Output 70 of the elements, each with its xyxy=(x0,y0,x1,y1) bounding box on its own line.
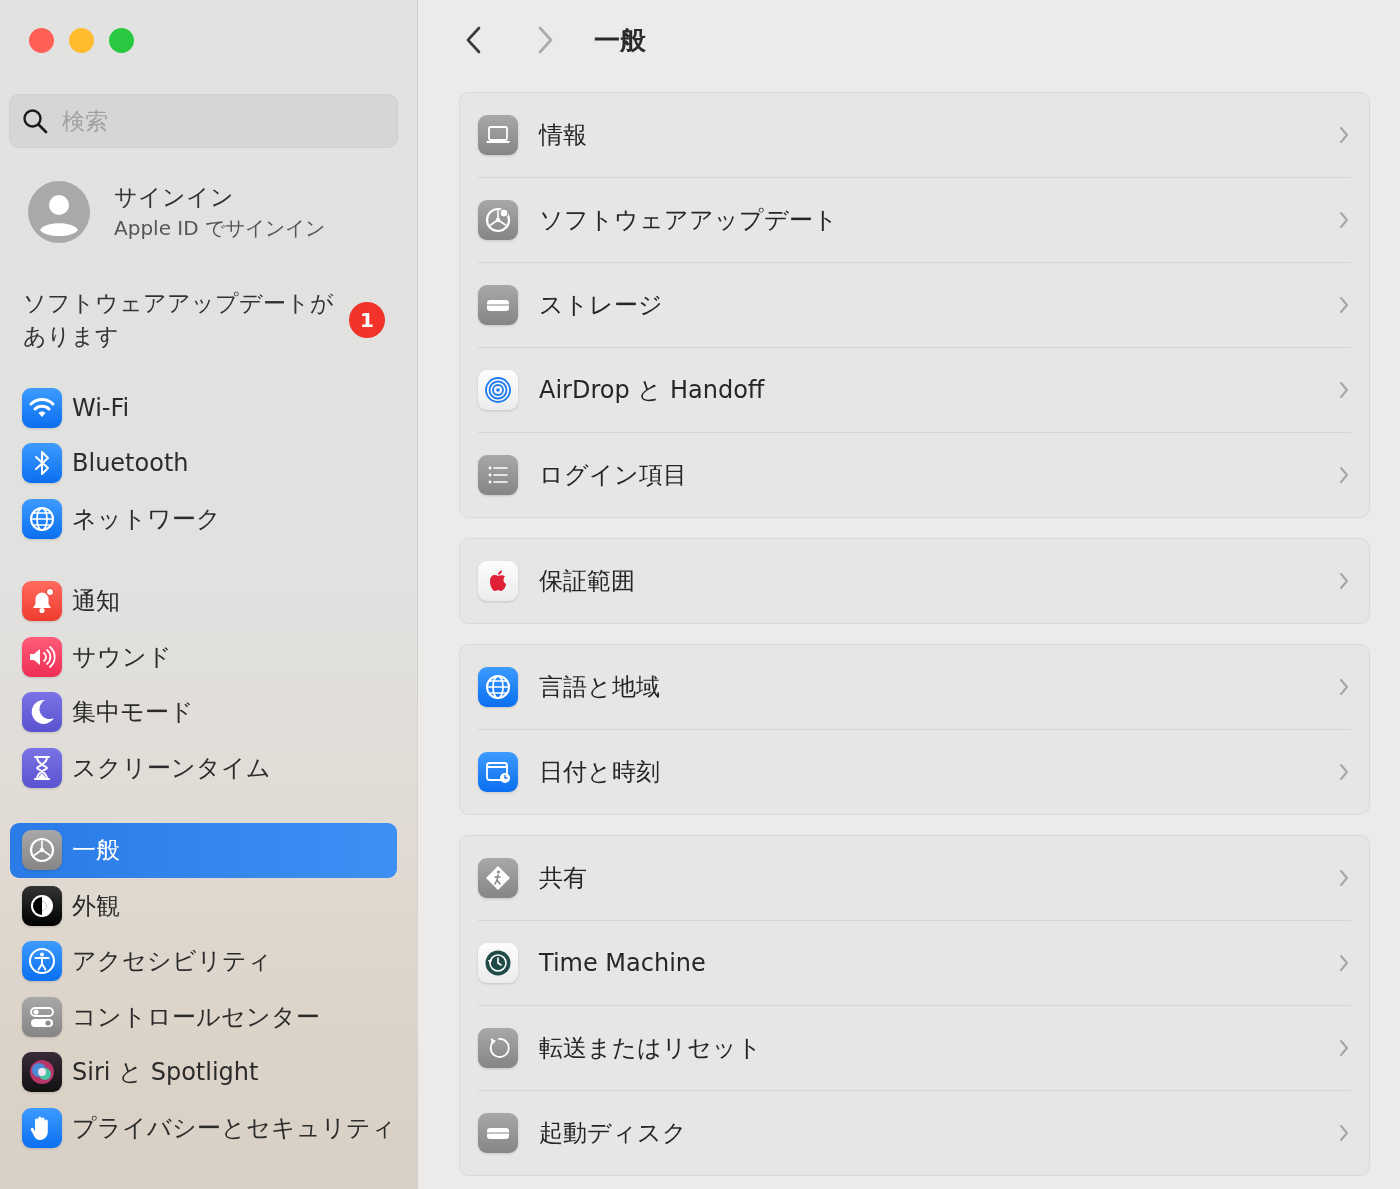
wifi-icon xyxy=(22,387,62,428)
apple-icon xyxy=(478,561,518,601)
chevron-icon xyxy=(1338,762,1350,782)
update-notice[interactable]: ソフトウェアアップデートがあります xyxy=(23,287,341,353)
sidebar-item[interactable]: 通知 xyxy=(10,573,397,629)
chevron-icon xyxy=(1338,571,1350,591)
chevron-icon xyxy=(1338,380,1350,400)
settings-row[interactable]: ストレージ xyxy=(478,263,1351,347)
drive-icon xyxy=(478,285,518,325)
drive-icon xyxy=(478,1113,518,1153)
gear-icon xyxy=(22,830,62,871)
speaker-icon xyxy=(22,636,62,677)
account-title[interactable]: サインイン xyxy=(114,182,325,213)
settings-row[interactable]: ログイン項目 xyxy=(478,433,1351,517)
notification-badge: 1 xyxy=(349,302,385,338)
minimize-button[interactable] xyxy=(69,28,94,53)
contrast-icon xyxy=(22,885,62,926)
chevron-icon xyxy=(1338,1038,1350,1058)
sidebar-item[interactable]: 集中モード xyxy=(10,684,397,740)
sidebar-item[interactable]: ネットワーク xyxy=(10,491,397,547)
sidebar-item[interactable]: Bluetooth xyxy=(10,435,397,491)
sidebar-item[interactable]: 一般 xyxy=(10,822,397,878)
clock-icon xyxy=(478,943,518,983)
gear-icon xyxy=(478,200,518,240)
chevron-icon xyxy=(1338,210,1350,230)
globe-icon xyxy=(22,498,62,539)
settings-row[interactable]: 起動ディスク xyxy=(478,1091,1351,1175)
chevron-icon xyxy=(1338,295,1350,315)
chevron-icon xyxy=(1338,1123,1350,1143)
walking-person-icon xyxy=(478,858,518,898)
sidebar-item[interactable]: 外観 xyxy=(10,878,397,934)
moon-icon xyxy=(22,692,62,733)
settings-row[interactable]: ソフトウェアアップデート xyxy=(478,178,1351,262)
list-icon xyxy=(478,455,518,495)
calendar-icon xyxy=(478,752,518,792)
globe-icon xyxy=(478,667,518,707)
sidebar-item[interactable]: プライバシーとセキュリティ xyxy=(10,1100,397,1156)
chevron-icon xyxy=(1338,953,1350,973)
orb-icon xyxy=(22,1052,62,1093)
window-title: 一般 xyxy=(594,23,646,57)
bluetooth-icon xyxy=(22,443,62,484)
sidebar-item[interactable]: Wi-Fi xyxy=(10,380,397,436)
sidebar-item[interactable]: コントロールセンター xyxy=(10,989,397,1045)
accessibility-icon xyxy=(22,941,62,982)
settings-row[interactable]: 共有 xyxy=(478,836,1351,920)
settings-row[interactable]: 情報 xyxy=(478,93,1351,177)
sidebar-item[interactable]: アクセシビリティ xyxy=(10,933,397,989)
settings-row[interactable]: AirDrop と Handoff xyxy=(478,348,1351,432)
airdrop-icon xyxy=(478,370,518,410)
hourglass-icon xyxy=(22,747,62,788)
toggles-icon xyxy=(22,996,62,1037)
settings-row[interactable]: Time Machine xyxy=(478,921,1351,1005)
bell-icon xyxy=(22,581,62,622)
zoom-button[interactable] xyxy=(109,28,134,53)
account-subtitle[interactable]: Apple ID でサインイン xyxy=(114,215,325,242)
settings-row[interactable]: 日付と時刻 xyxy=(478,730,1351,814)
sidebar-item[interactable]: スクリーンタイム xyxy=(10,740,397,796)
sidebar-item[interactable]: Siri と Spotlight xyxy=(10,1044,397,1100)
sidebar-item[interactable]: サウンド xyxy=(10,629,397,685)
hand-icon xyxy=(22,1107,62,1148)
chevron-icon xyxy=(1338,677,1350,697)
chevron-icon xyxy=(1338,868,1350,888)
avatar-icon xyxy=(28,181,90,243)
laptop-icon xyxy=(478,115,518,155)
close-button[interactable] xyxy=(29,28,54,53)
chevron-icon xyxy=(1338,125,1350,145)
chevron-icon xyxy=(1338,465,1350,485)
settings-row[interactable]: 言語と地域 xyxy=(478,645,1351,729)
settings-row[interactable]: 保証範囲 xyxy=(478,539,1351,623)
settings-row[interactable]: 転送またはリセット xyxy=(478,1006,1351,1090)
